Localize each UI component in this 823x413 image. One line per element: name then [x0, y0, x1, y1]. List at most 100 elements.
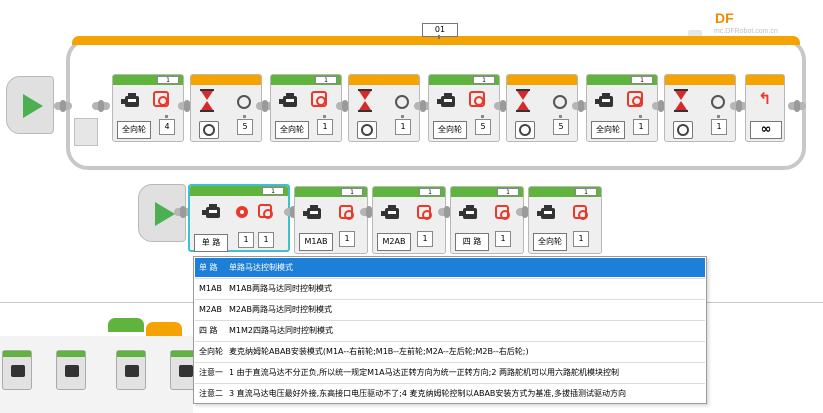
play-icon [155, 202, 175, 226]
connector [54, 100, 72, 112]
omni-wheel-icon [573, 205, 588, 220]
loop-mode-infinite[interactable]: ∞ [750, 121, 782, 139]
dropdown-note-1[interactable]: 注意一 1 由于直流马达不分正负,所以统一规定M1A马达正转方向为统一正转方向;… [195, 363, 705, 382]
motor-block-selected[interactable]: 1 单 路 1 1 [188, 184, 290, 252]
dropdown-option-omni[interactable]: 全向轮 麦克纳姆轮ABAB安装模式(M1A--右前轮;M1B--左前轮;M2A-… [195, 342, 705, 361]
port-selector[interactable]: 1 [631, 76, 653, 84]
port-selector[interactable]: 1 [157, 76, 179, 84]
motor-stop-icon [417, 205, 432, 220]
option-text: M2AB两路马达同时控制模式 [229, 305, 332, 314]
mode-selector[interactable]: 全向轮 [591, 121, 625, 139]
palette-block-2[interactable] [56, 350, 86, 390]
gear-icon [236, 206, 248, 218]
port-selector[interactable]: 1 [473, 76, 495, 84]
value-input[interactable]: 1 [633, 119, 649, 135]
mode-selector[interactable]: 单 路 [194, 234, 228, 252]
value-marker [243, 115, 246, 118]
value-marker [401, 115, 404, 118]
palette-tab-flow[interactable] [146, 322, 182, 336]
wait-seconds-input[interactable]: 1 [395, 119, 411, 135]
mode-selector[interactable]: 全向轮 [533, 233, 567, 251]
wait-mode-button[interactable] [673, 121, 693, 139]
loop-start-stub [74, 118, 98, 146]
omni-wheel-icon [153, 91, 169, 107]
port-selector[interactable]: 1 [575, 188, 597, 196]
motor-icon [381, 205, 403, 221]
wait-block[interactable]: 5 [506, 74, 578, 142]
palette-block-1[interactable] [2, 350, 32, 390]
value-input[interactable]: 1 [417, 231, 433, 247]
port-selector[interactable]: 1 [341, 188, 363, 196]
motor-block[interactable]: 1 M1AB 1 [294, 186, 368, 254]
motor-block[interactable]: 1 全向轮 1 [586, 74, 658, 142]
motor-icon [121, 93, 143, 109]
wait-seconds-input[interactable]: 5 [553, 119, 569, 135]
mode-selector[interactable]: 全向轮 [433, 121, 467, 139]
value-input[interactable]: 1 [238, 232, 254, 248]
loop-count-stem [438, 35, 440, 39]
dropdown-option-single[interactable]: 单 路 单路马达控制模式 [195, 258, 705, 277]
mode-selector[interactable]: M2AB [377, 233, 411, 251]
option-text: 麦克纳姆轮ABAB安装模式(M1A--右前轮;M1B--左前轮;M2A--左后轮… [229, 347, 529, 356]
motor-block[interactable]: 1 四 路 1 [450, 186, 524, 254]
motor-block[interactable]: 1 全向轮 4 [112, 74, 184, 142]
dfrobot-site: mc.DFRobot.com.cn [714, 28, 778, 35]
settings-icon [125, 365, 139, 377]
value-marker [323, 115, 326, 118]
palette-tab-action[interactable] [108, 318, 144, 332]
port-selector[interactable]: 1 [419, 188, 441, 196]
value-marker [481, 115, 484, 118]
value-input[interactable]: 1 [258, 232, 274, 248]
value-marker [639, 115, 642, 118]
dropdown-note-2[interactable]: 注意二 3 直流马达电压最好外接,东高接口电压驱动不了;4 麦克纳姆轮控制以AB… [195, 384, 705, 403]
mode-dropdown[interactable]: 单 路 单路马达控制模式 M1AB M1AB两路马达同时控制模式 M2AB M2… [193, 256, 707, 404]
motor-stop-icon [495, 205, 510, 220]
motor-icon [303, 205, 325, 221]
motor-stop-icon [258, 204, 273, 219]
loop-end-block[interactable]: ↰ ∞ [745, 74, 785, 142]
value-input[interactable]: 1 [573, 231, 589, 247]
motor-block[interactable]: 1 M2AB 1 [372, 186, 446, 254]
value-input[interactable]: 5 [475, 119, 491, 135]
clock-icon [711, 95, 725, 109]
wait-seconds-input[interactable]: 1 [711, 119, 727, 135]
option-text: M1M2四路马达同时控制模式 [229, 326, 333, 335]
motor-block[interactable]: 1 全向轮 1 [270, 74, 342, 142]
value-input[interactable]: 1 [339, 231, 355, 247]
motor-block[interactable]: 1 全向轮 5 [428, 74, 500, 142]
wait-seconds-input[interactable]: 5 [237, 119, 253, 135]
wait-block[interactable]: 1 [664, 74, 736, 142]
loop-header-bar[interactable] [72, 36, 800, 45]
value-input[interactable]: 1 [495, 231, 511, 247]
loop-count-label[interactable]: 01 [422, 23, 458, 37]
port-selector[interactable]: 1 [497, 188, 519, 196]
wait-block[interactable]: 1 [348, 74, 420, 142]
motor-icon [537, 205, 559, 221]
start-block-top[interactable] [6, 76, 54, 134]
hourglass-icon [674, 89, 688, 112]
option-key: 单 路 [199, 263, 218, 272]
clock-icon [237, 95, 251, 109]
wait-mode-button[interactable] [357, 121, 377, 139]
wait-block[interactable]: 5 [190, 74, 262, 142]
mode-selector[interactable]: 全向轮 [275, 121, 309, 139]
clock-icon [553, 95, 567, 109]
mode-selector[interactable]: 四 路 [455, 233, 489, 251]
play-icon [23, 94, 43, 118]
dropdown-option-four[interactable]: 四 路 M1M2四路马达同时控制模式 [195, 321, 705, 340]
wait-mode-button[interactable] [199, 121, 219, 139]
mode-selector[interactable]: M1AB [299, 233, 333, 251]
wait-mode-button[interactable] [515, 121, 535, 139]
option-key: 四 路 [199, 326, 218, 335]
motor-block[interactable]: 1 全向轮 1 [528, 186, 602, 254]
value-input[interactable]: 1 [317, 119, 333, 135]
option-key: 注意二 [199, 389, 223, 398]
dropdown-option-m2ab[interactable]: M2AB M2AB两路马达同时控制模式 [195, 300, 705, 319]
palette-block-3[interactable] [116, 350, 146, 390]
motor-icon [202, 204, 224, 220]
value-input[interactable]: 4 [159, 119, 175, 135]
port-selector[interactable]: 1 [262, 187, 284, 195]
dropdown-option-m1ab[interactable]: M1AB M1AB两路马达同时控制模式 [195, 279, 705, 298]
mode-selector[interactable]: 全向轮 [117, 121, 151, 139]
port-selector[interactable]: 1 [315, 76, 337, 84]
